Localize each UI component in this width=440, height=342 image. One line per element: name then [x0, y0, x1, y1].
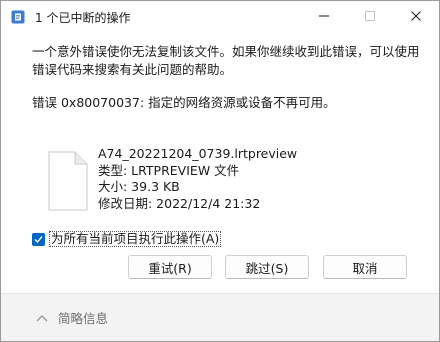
maximize-button[interactable] — [347, 1, 393, 33]
details-toggle-label[interactable]: 简略信息 — [58, 308, 108, 327]
apply-to-all-label[interactable]: 为所有当前项目执行此操作(A) — [49, 231, 222, 247]
skip-button[interactable]: 跳过(S) — [225, 255, 309, 279]
file-size: 大小: 39.3 KB — [98, 179, 180, 194]
chevron-up-icon — [36, 311, 48, 325]
checkbox-checked-icon[interactable] — [32, 232, 45, 246]
close-button[interactable] — [393, 1, 439, 33]
file-modified-date: 修改日期: 2022/12/4 21:32 — [98, 195, 261, 211]
dialog-footer: 简略信息 — [1, 293, 439, 341]
minimize-button[interactable] — [301, 1, 347, 33]
file-name: A74_20221204_0739.lrtpreview — [98, 146, 298, 161]
warning-folder-icon — [11, 10, 25, 24]
maximize-icon — [365, 10, 375, 24]
file-info: A74_20221204_0739.lrtpreview 类型: LRTPREV… — [98, 146, 297, 212]
blank-file-icon — [39, 146, 95, 214]
title-bar[interactable]: 1 个已中断的操作 — [1, 1, 439, 33]
file-type: 类型: LRTPREVIEW 文件 — [98, 162, 240, 178]
details-toggle[interactable]: 简略信息 — [36, 308, 108, 327]
error-description: 一个意外错误使你无法复制该文件。如果你继续收到此错误，可以使用错误代码来搜索有关… — [32, 44, 420, 77]
apply-to-all-checkbox[interactable]: 为所有当前项目执行此操作(A) — [32, 231, 222, 247]
error-code-message: 错误 0x80070037: 指定的网络资源或设备不再可用。 — [32, 95, 336, 110]
close-icon — [411, 10, 421, 24]
window-title: 1 个已中断的操作 — [35, 11, 131, 25]
minimize-icon — [319, 10, 329, 24]
error-dialog: 1 个已中断的操作 一个意外错误使你无法复制该文件。如果你继续收到此错误，可以使… — [0, 0, 440, 342]
retry-button[interactable]: 重试(R) — [128, 255, 212, 279]
cancel-button[interactable]: 取消 — [323, 255, 407, 279]
